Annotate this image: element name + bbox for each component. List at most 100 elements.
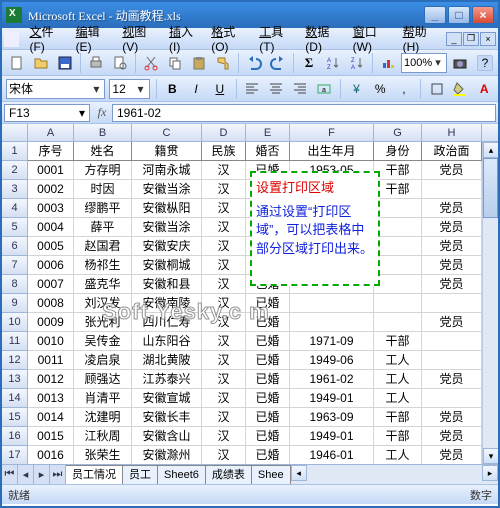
cell[interactable]: 安徽枞阳 [132,199,202,218]
cell[interactable]: 江秋周 [74,427,132,446]
format-painter-icon[interactable] [212,52,234,74]
cell[interactable]: 干部 [374,180,422,199]
cell[interactable]: 党员 [422,313,482,332]
cell[interactable]: 张荣生 [74,446,132,464]
cell[interactable]: 干部 [374,427,422,446]
cell[interactable]: 党员 [422,408,482,427]
sheet-tab[interactable]: 员工 [123,465,158,484]
cell[interactable]: 0011 [28,351,74,370]
formula-input[interactable]: 1961-02 [112,104,496,122]
cell[interactable]: 1949-01 [290,389,374,408]
align-center-icon[interactable] [266,78,286,100]
cell[interactable] [422,351,482,370]
cell[interactable]: 汉 [202,408,246,427]
cell[interactable]: 安徽含山 [132,427,202,446]
name-box[interactable]: F13▾ [4,104,90,122]
open-icon[interactable] [30,52,52,74]
sheet-tab[interactable]: 员工情况 [66,465,123,484]
cell[interactable]: 汉 [202,180,246,199]
zoom-combo[interactable]: 100%▾ [401,53,447,73]
cell[interactable]: 0005 [28,237,74,256]
cell[interactable]: 党员 [422,237,482,256]
cell[interactable]: 党员 [422,161,482,180]
row-header[interactable]: 2 [2,161,28,180]
cell[interactable]: 籍贯 [132,142,202,161]
cell[interactable] [374,256,422,275]
mdi-close-button[interactable]: × [480,32,496,46]
scroll-thumb[interactable] [483,158,498,218]
menu-file[interactable]: 文件(F) [25,21,71,56]
col-header[interactable]: B [74,124,132,141]
cell[interactable]: 汉 [202,237,246,256]
cell[interactable]: 安徽滁州 [132,446,202,464]
cell[interactable]: 安徽桐城 [132,256,202,275]
cell[interactable] [422,180,482,199]
borders-icon[interactable] [427,78,447,100]
cell[interactable]: 山东阳谷 [132,332,202,351]
cell[interactable]: 已婚 [246,370,290,389]
cell[interactable]: 已婚 [246,294,290,313]
cell[interactable]: 1961-02 [290,370,374,389]
cell[interactable] [374,275,422,294]
tab-nav-prev-icon[interactable]: ◂ [18,465,34,484]
cell[interactable]: 顾强达 [74,370,132,389]
cell[interactable]: 党员 [422,218,482,237]
cell[interactable]: 四川仁寿 [132,313,202,332]
cell[interactable]: 党员 [422,256,482,275]
save-icon[interactable] [54,52,76,74]
cell[interactable]: 薛平 [74,218,132,237]
cell[interactable]: 1949-06 [290,351,374,370]
print-preview-icon[interactable] [109,52,131,74]
cell[interactable]: 0006 [28,256,74,275]
cell[interactable]: 0009 [28,313,74,332]
cell[interactable]: 汉 [202,294,246,313]
cell[interactable]: 已婚 [246,427,290,446]
cell[interactable]: 已婚 [246,446,290,464]
cell[interactable]: 杨祁生 [74,256,132,275]
row-header[interactable]: 16 [2,427,28,446]
cell[interactable]: 安徽长丰 [132,408,202,427]
paste-icon[interactable] [188,52,210,74]
cell[interactable]: 1971-09 [290,332,374,351]
cell[interactable]: 0013 [28,389,74,408]
col-header[interactable]: G [374,124,422,141]
cell[interactable]: 0012 [28,370,74,389]
cell[interactable]: 刘汉发 [74,294,132,313]
cell[interactable]: 已婚 [246,389,290,408]
cell[interactable]: 汉 [202,427,246,446]
font-name-combo[interactable]: 宋体 ▾ [6,79,105,99]
row-header[interactable]: 11 [2,332,28,351]
cell[interactable]: 0004 [28,218,74,237]
vertical-scrollbar[interactable]: ▴ ▾ [482,142,498,464]
cell[interactable]: 党员 [422,199,482,218]
cell[interactable]: 干部 [374,161,422,180]
menu-insert[interactable]: 插入(I) [165,21,207,56]
cell[interactable]: 方存明 [74,161,132,180]
cell[interactable]: 汉 [202,218,246,237]
row-header[interactable]: 7 [2,256,28,275]
row-header[interactable]: 1 [2,142,28,161]
cell[interactable]: 赵国君 [74,237,132,256]
cell[interactable]: 0014 [28,408,74,427]
sort-desc-icon[interactable]: ZA [346,52,368,74]
row-header[interactable]: 10 [2,313,28,332]
cell[interactable]: 汉 [202,370,246,389]
cell[interactable]: 0003 [28,199,74,218]
cut-icon[interactable] [140,52,162,74]
bold-icon[interactable]: B [162,78,182,100]
cell[interactable] [422,294,482,313]
cell[interactable]: 序号 [28,142,74,161]
cell[interactable]: 干部 [374,408,422,427]
row-header[interactable]: 6 [2,237,28,256]
comma-icon[interactable]: , [394,78,414,100]
cell[interactable]: 姓名 [74,142,132,161]
cell[interactable]: 湖北黄陂 [132,351,202,370]
cell[interactable] [374,199,422,218]
font-color-icon[interactable]: A [474,78,494,100]
cell[interactable]: 0016 [28,446,74,464]
cell[interactable]: 凌启泉 [74,351,132,370]
cell[interactable]: 河南永城 [132,161,202,180]
cell[interactable]: 汉 [202,313,246,332]
cell[interactable]: 党员 [422,370,482,389]
undo-icon[interactable] [243,52,265,74]
